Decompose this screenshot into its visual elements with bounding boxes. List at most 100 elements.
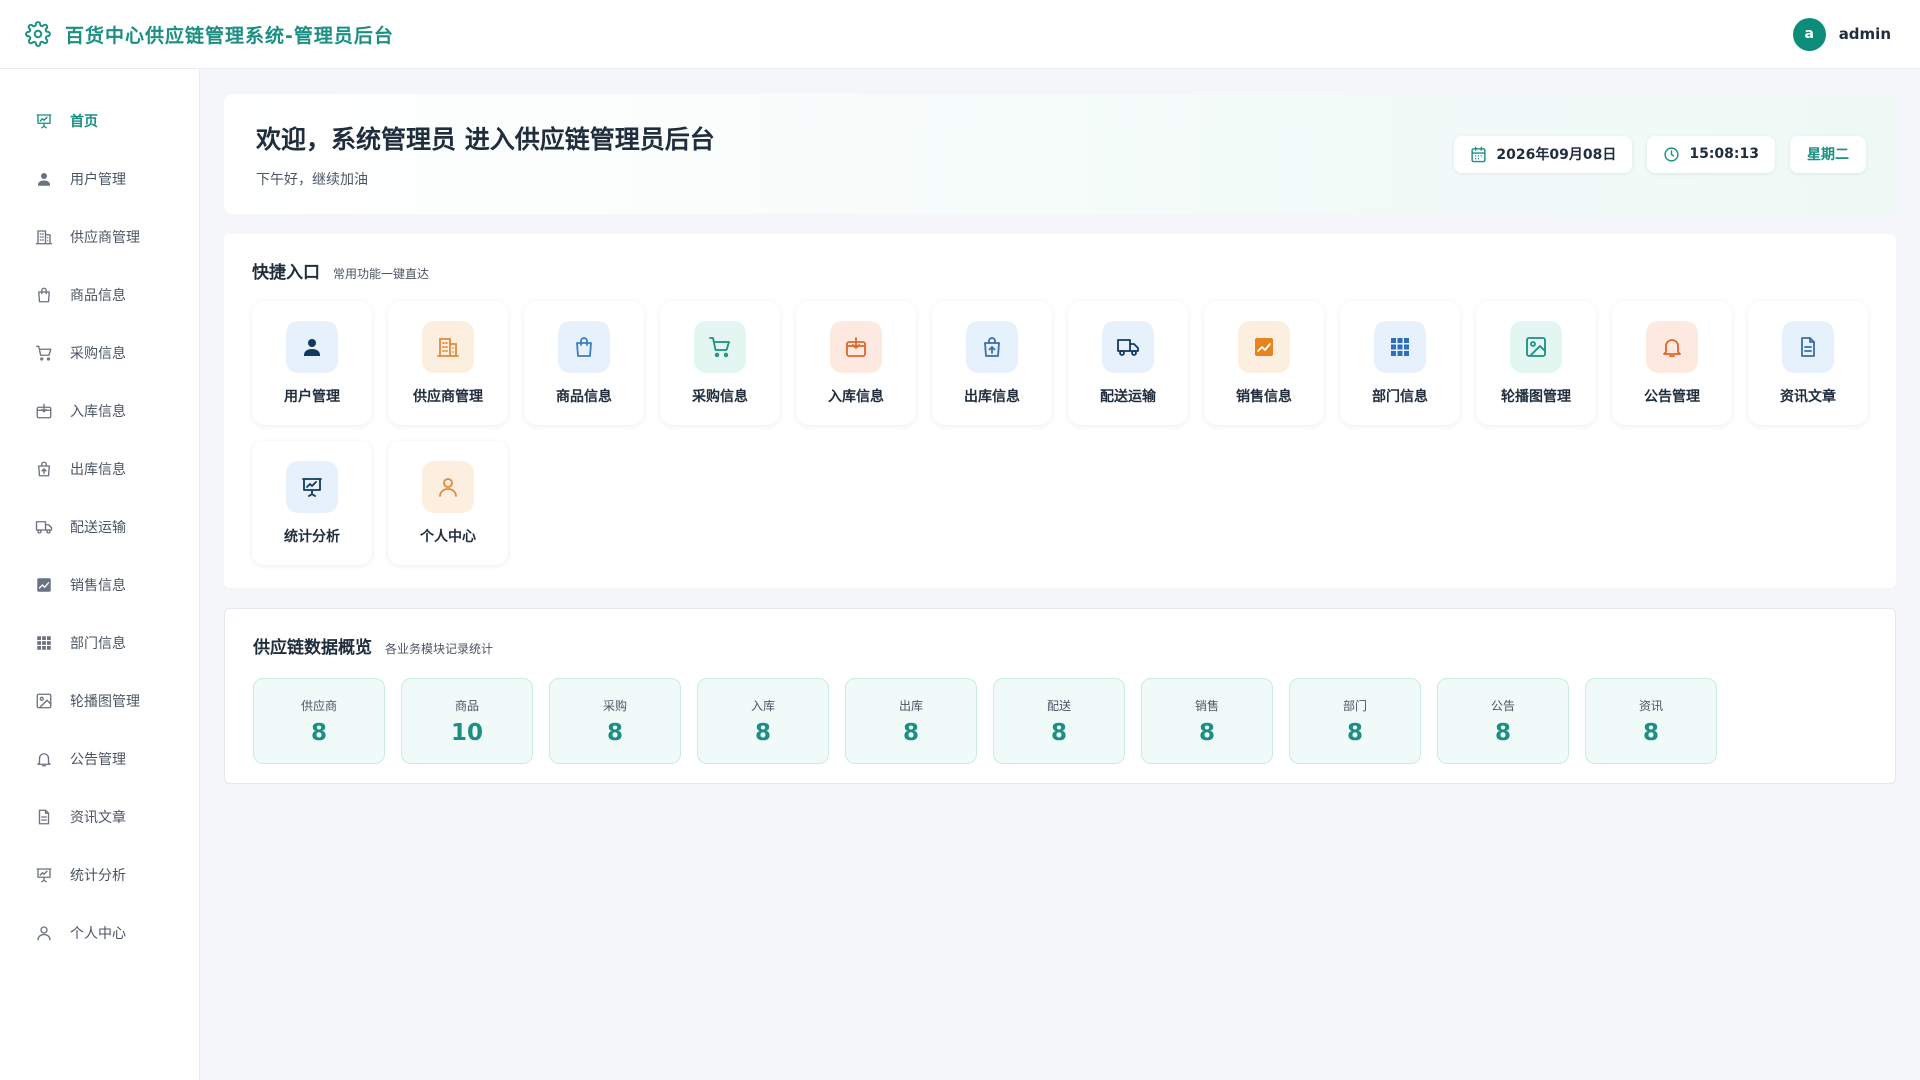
quick-card-10[interactable]: 公告管理	[1612, 301, 1732, 425]
sidebar-item-4[interactable]: 采购信息	[0, 324, 199, 382]
overview-title: 供应链数据概览	[253, 638, 372, 658]
shopping-bag-icon	[35, 286, 53, 304]
quick-card-0[interactable]: 用户管理	[252, 301, 372, 425]
quick-card-12[interactable]: 统计分析	[252, 441, 372, 565]
username[interactable]: admin	[1839, 25, 1891, 43]
box-in-icon	[830, 320, 882, 373]
quick-card-5[interactable]: 出库信息	[932, 301, 1052, 425]
document-icon	[35, 808, 53, 826]
sidebar-item-label: 销售信息	[70, 578, 126, 594]
calendar-icon	[1470, 146, 1487, 163]
presentation-chart-icon	[35, 112, 53, 130]
clock-icon	[1663, 146, 1680, 163]
quick-card-7[interactable]: 销售信息	[1204, 301, 1324, 425]
sidebar-item-3[interactable]: 商品信息	[0, 266, 199, 324]
quick-card-label: 用户管理	[284, 388, 340, 405]
quick-card-label: 资讯文章	[1780, 388, 1836, 405]
sidebar-item-11[interactable]: 公告管理	[0, 730, 199, 788]
sidebar-item-10[interactable]: 轮播图管理	[0, 672, 199, 730]
stat-label: 入库	[750, 698, 775, 713]
sidebar-item-5[interactable]: 入库信息	[0, 382, 199, 440]
building-icon	[422, 320, 474, 373]
quick-card-label: 入库信息	[828, 388, 884, 405]
sidebar-item-12[interactable]: 资讯文章	[0, 788, 199, 846]
sidebar-item-label: 入库信息	[70, 404, 126, 420]
sidebar-item-0[interactable]: 首页	[0, 92, 199, 150]
overview-header: 供应链数据概览 各业务模块记录统计	[253, 633, 1867, 658]
trend-chart-icon	[1238, 320, 1290, 373]
shopping-bag-icon	[558, 320, 610, 373]
quick-card-4[interactable]: 入库信息	[796, 301, 916, 425]
sidebar: 首页 用户管理供应商管理商品信息采购信息入库信息出库信息配送运输销售信息部门信息轮…	[0, 69, 200, 1080]
data-overview-panel: 供应链数据概览 各业务模块记录统计 供应商 8 商品 10 采购 8 入库 8 出库 8 配送 8 销售…	[224, 608, 1896, 784]
quick-card-label: 个人中心	[420, 528, 476, 545]
sidebar-item-2[interactable]: 供应商管理	[0, 208, 199, 266]
stat-value: 8	[1198, 719, 1215, 746]
quick-access-subtitle: 常用功能一键直达	[333, 267, 430, 281]
sidebar-item-14[interactable]: 个人中心	[0, 904, 199, 962]
welcome-text: 欢迎，系统管理员 进入供应链管理员后台 下午好，继续加油	[256, 120, 715, 189]
sidebar-item-label: 轮播图管理	[70, 694, 140, 710]
sidebar-item-label: 出库信息	[70, 462, 126, 478]
user-menu[interactable]: a admin	[1792, 17, 1891, 51]
sidebar-item-label: 供应商管理	[70, 230, 140, 246]
sidebar-item-8[interactable]: 销售信息	[0, 556, 199, 614]
stat-label: 供应商	[300, 698, 337, 713]
sidebar-item-13[interactable]: 统计分析	[0, 846, 199, 904]
quick-card-label: 采购信息	[692, 388, 748, 405]
stat-card-0: 供应商 8	[253, 678, 385, 764]
quick-card-11[interactable]: 资讯文章	[1748, 301, 1868, 425]
stat-card-1: 商品 10	[401, 678, 533, 764]
stat-value: 10	[450, 719, 483, 746]
stat-value: 8	[1642, 719, 1659, 746]
welcome-title: 欢迎，系统管理员 进入供应链管理员后台	[256, 124, 715, 154]
welcome-banner: 欢迎，系统管理员 进入供应链管理员后台 下午好，继续加油 2026年09月08日…	[224, 94, 1896, 214]
image-icon	[1510, 320, 1562, 373]
user-outline-icon	[422, 460, 474, 513]
quick-card-6[interactable]: 配送运输	[1068, 301, 1188, 425]
user-outline-icon	[35, 924, 53, 942]
quick-card-13[interactable]: 个人中心	[388, 441, 508, 565]
stat-label: 部门	[1342, 698, 1367, 713]
quick-card-label: 配送运输	[1100, 388, 1156, 405]
stat-label: 商品	[454, 698, 479, 713]
truck-icon	[1102, 320, 1154, 373]
stat-value: 8	[1494, 719, 1511, 746]
user-icon	[286, 320, 338, 373]
date-text: 2026年09月08日	[1496, 147, 1617, 163]
quick-card-3[interactable]: 采购信息	[660, 301, 780, 425]
quick-card-1[interactable]: 供应商管理	[388, 301, 508, 425]
avatar[interactable]: a	[1792, 17, 1826, 51]
stat-label: 公告	[1490, 698, 1515, 713]
date-pill: 2026年09月08日	[1454, 135, 1633, 173]
quick-access-grid: 用户管理 供应商管理 商品信息 采购信息 入库信息 出库信息 配送运输 销售信息 部门信息 轮播图…	[252, 301, 1868, 565]
quick-card-9[interactable]: 轮播图管理	[1476, 301, 1596, 425]
stat-card-2: 采购 8	[549, 678, 681, 764]
sidebar-item-label: 个人中心	[70, 926, 126, 942]
box-in-icon	[35, 402, 53, 420]
presentation-chart-icon	[286, 460, 338, 513]
sidebar-item-label: 采购信息	[70, 346, 126, 362]
quick-access-panel: 快捷入口 常用功能一键直达 用户管理 供应商管理 商品信息 采购信息 入库信息 出库信息 配…	[224, 234, 1896, 588]
stat-card-6: 销售 8	[1141, 678, 1273, 764]
quick-card-label: 销售信息	[1236, 388, 1292, 405]
quick-card-8[interactable]: 部门信息	[1340, 301, 1460, 425]
grid-icon	[35, 634, 53, 652]
gear-icon[interactable]	[25, 21, 51, 47]
sidebar-item-1[interactable]: 用户管理	[0, 150, 199, 208]
top-bar: 百货中心供应链管理系统-管理员后台 a admin	[0, 0, 1920, 69]
sidebar-item-7[interactable]: 配送运输	[0, 498, 199, 556]
quick-access-title: 快捷入口	[252, 263, 320, 283]
sidebar-item-label: 公告管理	[70, 752, 126, 768]
stat-value: 8	[1050, 719, 1067, 746]
stat-label: 销售	[1194, 698, 1219, 713]
stat-label: 配送	[1046, 698, 1071, 713]
sidebar-item-9[interactable]: 部门信息	[0, 614, 199, 672]
document-icon	[1782, 320, 1834, 373]
quick-card-label: 统计分析	[284, 528, 340, 545]
stat-card-3: 入库 8	[697, 678, 829, 764]
quick-access-header: 快捷入口 常用功能一键直达	[252, 258, 1868, 283]
sidebar-item-6[interactable]: 出库信息	[0, 440, 199, 498]
cart-icon	[35, 344, 53, 362]
quick-card-2[interactable]: 商品信息	[524, 301, 644, 425]
